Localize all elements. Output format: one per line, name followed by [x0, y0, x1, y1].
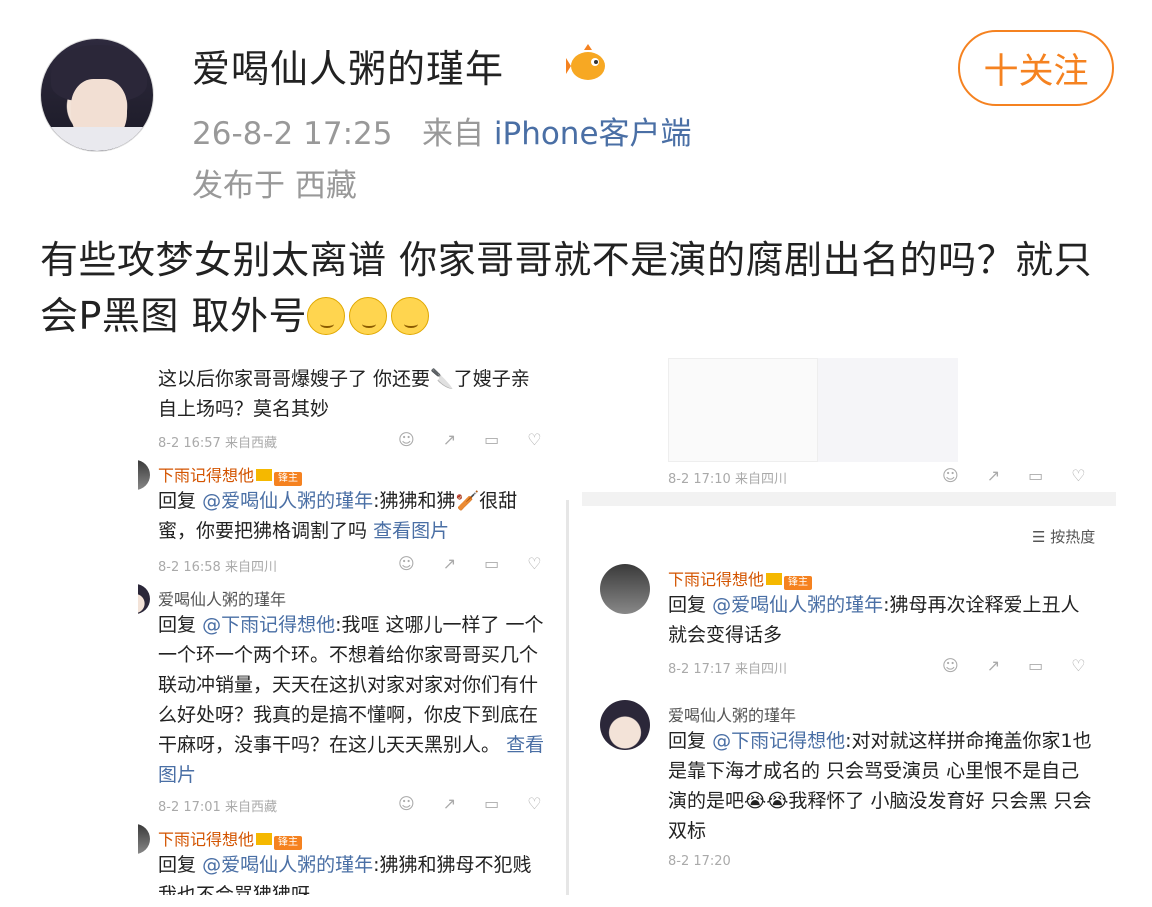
share-icon: ↗: [986, 466, 1001, 485]
emoji-icon: [349, 297, 387, 335]
comment-text: 回复 @爱喝仙人粥的瑾年:狒狒和狒🏏很甜蜜，你要把狒格调割了吗 查看图片: [158, 490, 518, 542]
comment-actions: ☺ ↗ ▭ ♡: [398, 794, 542, 813]
role-badge: 锋主: [274, 836, 303, 850]
post-location: 发布于 西藏: [192, 160, 357, 205]
screenshot-image-left[interactable]: 这以后你家哥哥爆嫂子了 你还要🔪了嫂子亲自上场吗？莫名其妙 8-2 16:57 …: [138, 350, 566, 895]
emoji-icon: [307, 297, 345, 335]
comment-actions: ☺ ↗ ▭ ♡: [398, 554, 542, 573]
comment-text: 回复 @爱喝仙人粥的瑾年:狒狒和狒母不犯贱我也不会骂狒狒呀: [158, 854, 532, 895]
comment-icon: ▭: [484, 794, 500, 813]
comment-time: 8-2 17:17 来自四川: [668, 662, 787, 677]
emoji-action-icon: ☺: [942, 656, 959, 675]
post-source[interactable]: iPhone客户端: [494, 116, 692, 152]
share-icon: ↗: [442, 554, 457, 573]
crown-icon: [256, 833, 273, 845]
emoji-action-icon: ☺: [398, 554, 415, 573]
sort-icon: ☰: [1032, 528, 1046, 546]
comment-time: 8-2 17:10 来自四川: [668, 472, 787, 487]
like-icon: ♡: [527, 794, 542, 813]
commenter-name: 下雨记得想他 锋主: [158, 462, 303, 486]
comment-icon: ▭: [484, 554, 500, 573]
emoji-action-icon: ☺: [398, 794, 415, 813]
commenter-avatar: [138, 584, 150, 614]
role-badge: 锋主: [274, 472, 303, 486]
like-icon: ♡: [527, 554, 542, 573]
comment-text: 回复 @爱喝仙人粥的瑾年:狒母再次诠释爱上丑人就会变得话多: [668, 594, 1080, 646]
crown-icon: [256, 469, 273, 481]
like-icon: ♡: [527, 430, 542, 449]
like-icon: ♡: [1071, 656, 1086, 675]
post-text: 有些攻梦女别太离谱 你家哥哥就不是演的腐剧出名的吗？就只会P黑图 取外号: [40, 238, 1093, 338]
embedded-screenshot-thumbnail: [668, 358, 818, 462]
commenter-avatar: [600, 700, 650, 750]
crown-icon: [766, 573, 783, 585]
commenter-name: 下雨记得想他 锋主: [668, 566, 813, 590]
comment-text: 回复 @下雨记得想他:对对就这样拼命掩盖你家1也是靠下海才成名的 只会骂受演员 …: [668, 730, 1092, 842]
commenter-name: 爱喝仙人粥的瑾年: [668, 706, 797, 725]
fish-badge-icon: [566, 44, 605, 80]
emoji-action-icon: ☺: [942, 466, 959, 485]
comment-time: 8-2 17:20: [668, 854, 731, 869]
comment-text: 回复 @下雨记得想他:我哐 这哪儿一样了 一个一个环一个两个环。不想着给你家哥哥…: [158, 614, 545, 786]
comment-time: 8-2 16:58 来自四川: [158, 560, 277, 575]
comment-icon: ▭: [484, 430, 500, 449]
follow-button[interactable]: 十关注: [958, 30, 1114, 106]
comment-time: 8-2 16:57 来自西藏: [158, 436, 277, 451]
location-value: 西藏: [294, 168, 357, 204]
share-icon: ↗: [442, 794, 457, 813]
post-meta: 26-8-2 17:25 来自 iPhone客户端: [192, 108, 692, 153]
image-divider: [566, 500, 569, 895]
embedded-image-thumbnail: [818, 358, 958, 462]
comment-icon: ▭: [1028, 656, 1044, 675]
view-image-link: 查看图片: [373, 520, 450, 542]
role-badge: 锋主: [784, 576, 813, 590]
sort-by-hot: ☰ 按热度: [1032, 528, 1096, 546]
emoji-icon: [391, 297, 429, 335]
screenshot-image-right[interactable]: 8-2 17:10 来自四川 ☺ ↗ ▭ ♡ ☰ 按热度 下雨记得想他 锋主 回复 @爱…: [582, 350, 1116, 895]
like-icon: ♡: [1071, 466, 1086, 485]
avatar-collar: [41, 127, 153, 151]
commenter-avatar: [138, 460, 150, 490]
comment-actions: ☺ ↗ ▭ ♡: [398, 430, 542, 449]
commenter-avatar: [600, 564, 650, 614]
section-separator: [582, 492, 1116, 506]
author-name[interactable]: 爱喝仙人粥的瑾年: [192, 38, 504, 93]
commenter-name: 下雨记得想他 锋主: [158, 826, 303, 850]
commenter-name: 爱喝仙人粥的瑾年: [158, 590, 287, 609]
emoji-action-icon: ☺: [398, 430, 415, 449]
from-prefix: 来自: [422, 116, 485, 152]
author-avatar[interactable]: [40, 38, 154, 152]
comment-actions: ☺ ↗ ▭ ♡: [942, 466, 1086, 485]
post-body: 有些攻梦女别太离谱 你家哥哥就不是演的腐剧出名的吗？就只会P黑图 取外号: [40, 232, 1120, 344]
comment-icon: ▭: [1028, 466, 1044, 485]
comment-time: 8-2 17:01 来自西藏: [158, 800, 277, 815]
share-icon: ↗: [442, 430, 457, 449]
commenter-avatar: [138, 824, 150, 854]
share-icon: ↗: [986, 656, 1001, 675]
post-time: 26-8-2 17:25: [192, 116, 393, 152]
comment-actions: ☺ ↗ ▭ ♡: [942, 656, 1086, 675]
location-prefix: 发布于: [192, 168, 285, 204]
comment-text: 这以后你家哥哥爆嫂子了 你还要🔪了嫂子亲自上场吗？莫名其妙: [158, 368, 530, 420]
